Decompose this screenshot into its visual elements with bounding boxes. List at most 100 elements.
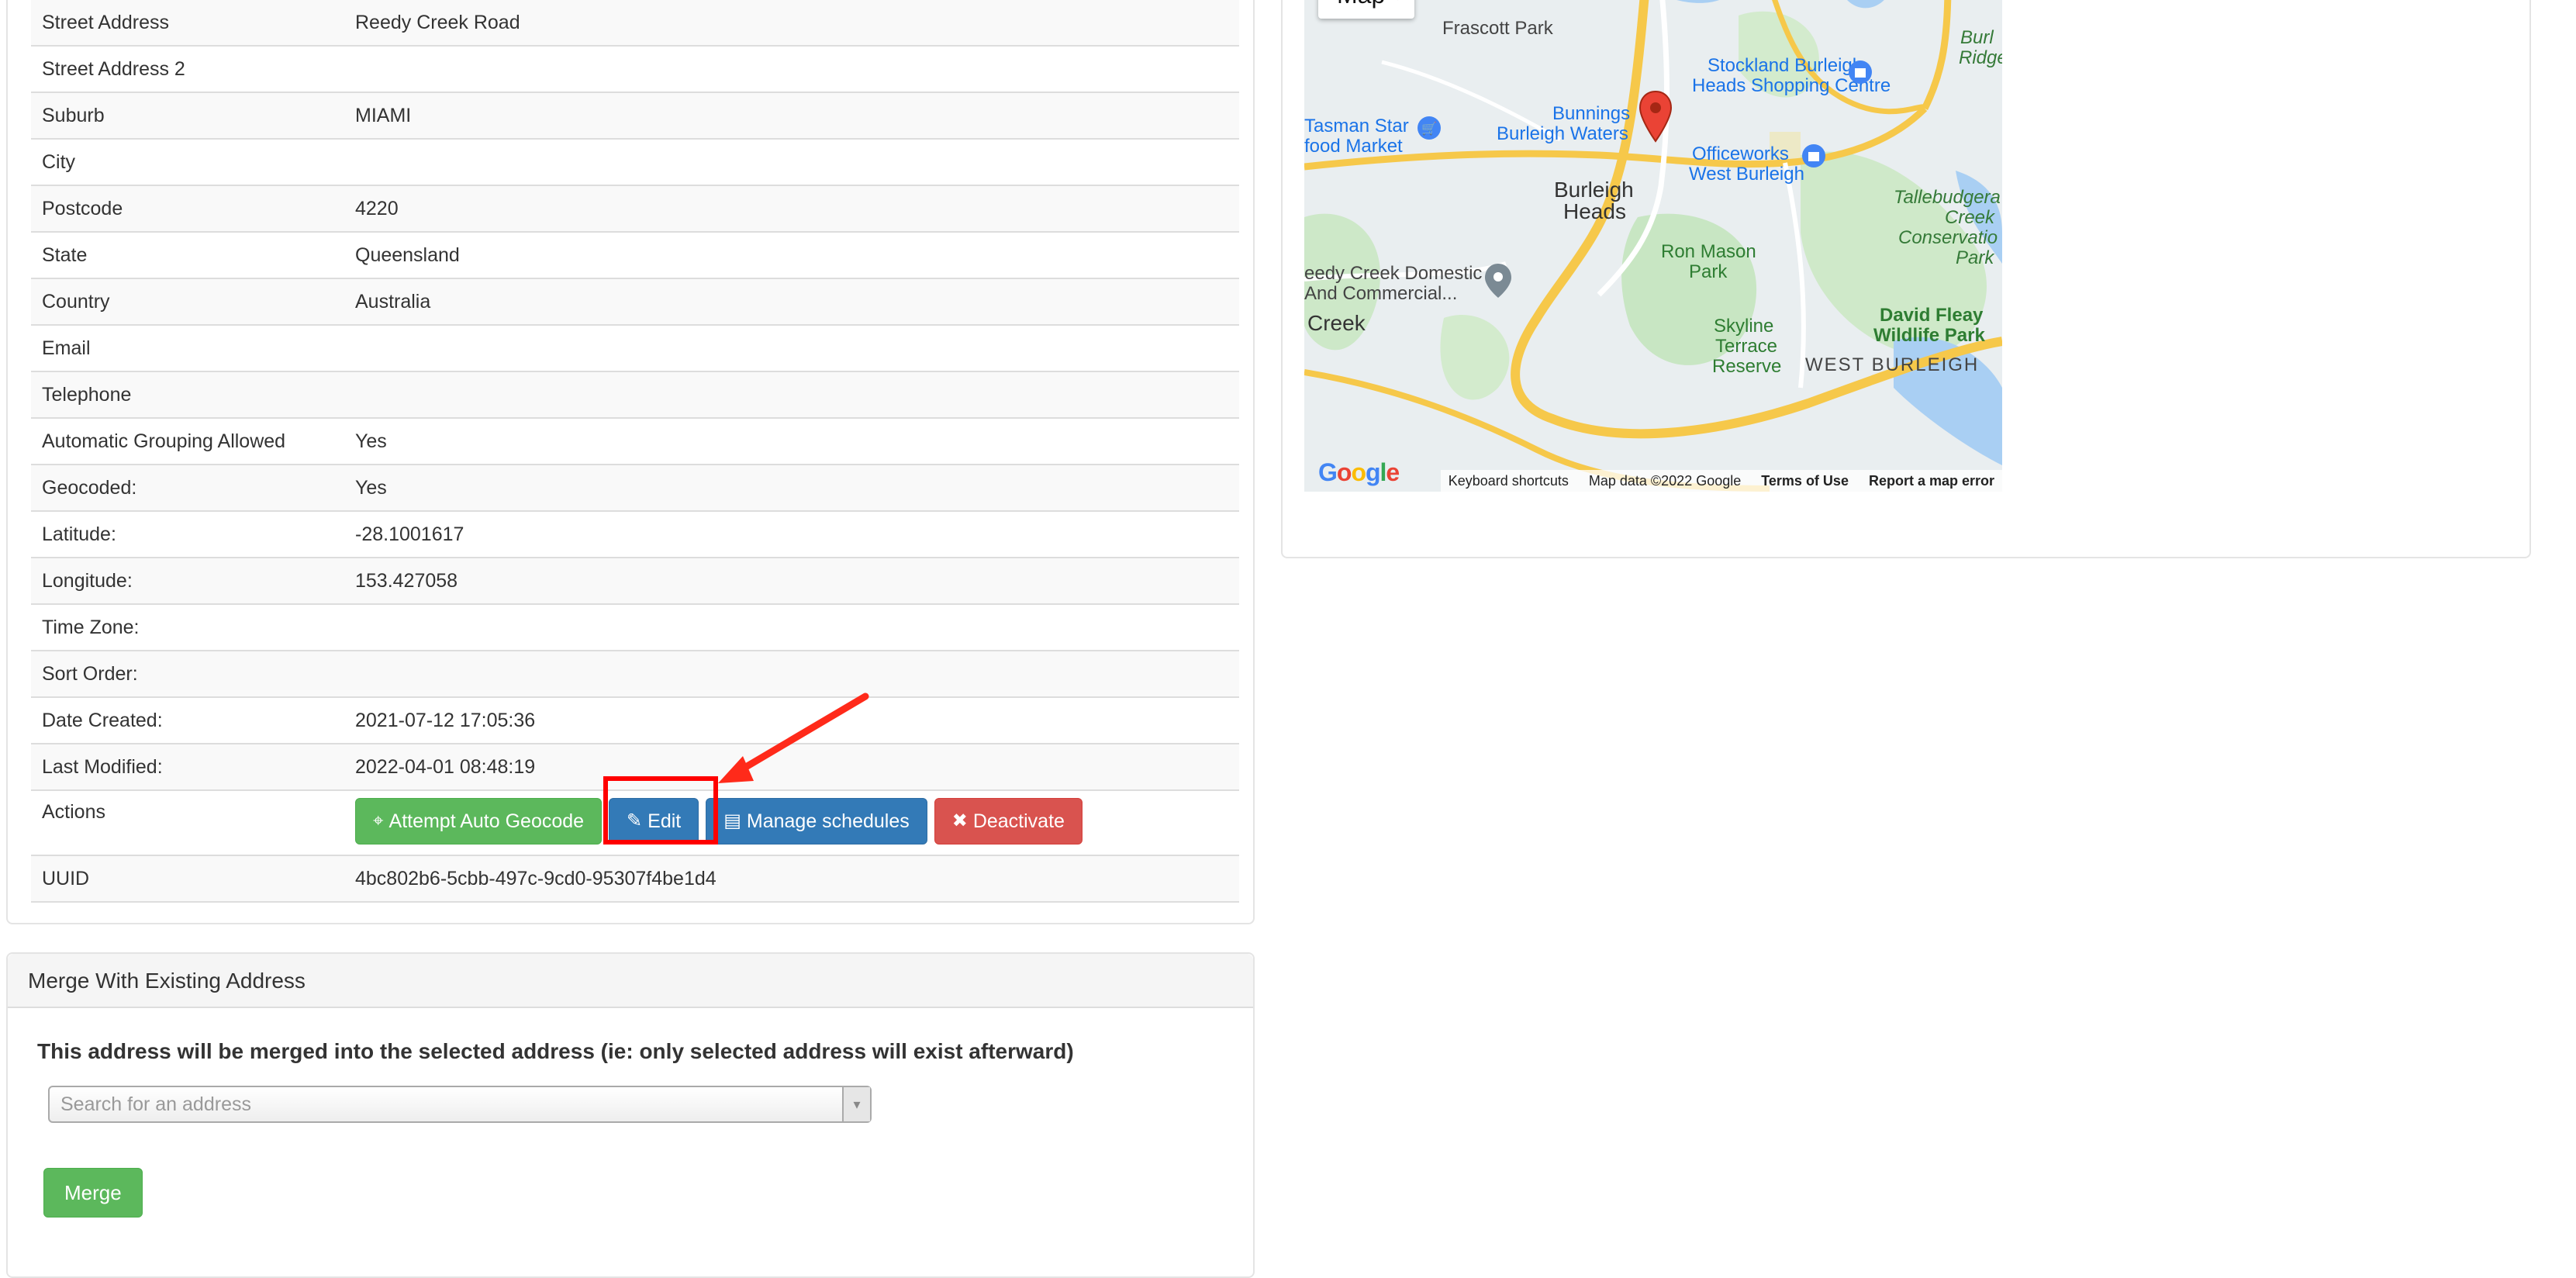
detail-value (344, 325, 1239, 373)
map-label-tallebudgera: Tallebudgera (1894, 187, 2001, 208)
detail-row: Country Australia (31, 278, 1239, 326)
detail-label: Email (31, 325, 344, 373)
merge-panel-heading: Merge With Existing Address (8, 954, 1253, 1008)
detail-value (344, 604, 1239, 652)
map-type-button[interactable]: Map ▼ (1318, 0, 1414, 19)
detail-label: Country (31, 278, 344, 326)
poi-pin-icon[interactable] (1483, 262, 1514, 299)
detail-value: Yes (344, 418, 1239, 466)
detail-label: Date Created: (31, 697, 344, 745)
map-label-ronmason: Ron Mason (1661, 241, 1756, 262)
map-label-skyline-3: Reserve (1712, 356, 1782, 377)
map-label-davidfleay-2: Wildlife Park (1873, 325, 1985, 346)
detail-value: 4220 (344, 185, 1239, 233)
detail-row: Time Zone: (31, 604, 1239, 652)
report-map-error-link[interactable]: Report a map error (1869, 473, 1994, 489)
map-label-skyline-2: Terrace (1715, 336, 1778, 357)
keyboard-shortcuts-link[interactable]: Keyboard shortcuts (1449, 473, 1569, 489)
detail-label: Longitude: (31, 558, 344, 606)
detail-label: Time Zone: (31, 604, 344, 652)
actions-label: Actions (31, 790, 344, 857)
map-label-burl: Burl (1960, 27, 1994, 48)
detail-label: Automatic Grouping Allowed (31, 418, 344, 466)
detail-value: 2022-04-01 08:48:19 (344, 744, 1239, 792)
detail-value: Reedy Creek Road (344, 0, 1239, 47)
detail-row: Street Address 2 (31, 46, 1239, 94)
map-label-officeworks: Officeworks (1692, 143, 1789, 164)
chevron-down-icon[interactable]: ▾ (842, 1087, 870, 1121)
google-logo: Google (1318, 458, 1400, 486)
map-label-burleigh-2: Heads (1563, 199, 1626, 223)
detail-row: State Queensland (31, 232, 1239, 280)
manage-schedules-label: Manage schedules (746, 810, 910, 833)
detail-row: Email (31, 325, 1239, 373)
manage-schedules-button[interactable]: ▤ Manage schedules (706, 798, 927, 845)
map-label-tasman-2: food Market (1304, 136, 1403, 157)
crosshair-icon: ⌖ (373, 810, 384, 832)
detail-value: Queensland (344, 232, 1239, 280)
detail-value: Australia (344, 278, 1239, 326)
merge-button[interactable]: Merge (43, 1168, 143, 1218)
map-label-davidfleay: David Fleay (1880, 305, 1984, 326)
detail-value: 153.427058 (344, 558, 1239, 606)
map-label-burleigh: Burleigh (1554, 178, 1634, 202)
map-label-west-burleigh: WEST BURLEIGH (1805, 354, 1980, 375)
edit-button-label: Edit (647, 810, 682, 833)
map-graphics (1304, 0, 2002, 492)
address-details-table: Street Address Reedy Creek Road Street Add… (31, 0, 1239, 903)
uuid-row: UUID 4bc802b6-5cbb-497c-9cd0-95307f4be1d4 (31, 855, 1239, 903)
detail-label: Sort Order: (31, 651, 344, 699)
shopping-bag-pin-icon[interactable] (1847, 59, 1873, 90)
map-label-skyline: Skyline (1714, 316, 1774, 337)
terms-of-use-link[interactable]: Terms of Use (1761, 473, 1849, 489)
map-label-stockland: Stockland Burleigh (1708, 55, 1863, 76)
close-icon: ✖ (951, 810, 968, 832)
detail-label: Postcode (31, 185, 344, 233)
actions-cell: ⌖ Attempt Auto Geocode ✎ Edit ▤ Manage sche… (344, 790, 1239, 857)
detail-value: Yes (344, 465, 1239, 513)
map-label-tallebudgera-2: Creek (1945, 207, 1995, 228)
merge-description: This address will be merged into the sel… (37, 1039, 1074, 1063)
detail-value (344, 139, 1239, 187)
map-label-ronmason-2: Park (1689, 261, 1728, 282)
detail-label: Street Address (31, 0, 344, 47)
detail-value: MIAMI (344, 92, 1239, 140)
officeworks-pin-icon[interactable] (1801, 143, 1827, 174)
address-search-select[interactable]: Search for an address ▾ (48, 1086, 872, 1123)
detail-row: Postcode 4220 (31, 185, 1239, 233)
detail-label: Last Modified: (31, 744, 344, 792)
detail-value: -28.1001617 (344, 511, 1239, 559)
detail-row: Longitude: 153.427058 (31, 558, 1239, 606)
detail-row: Last Modified: 2022-04-01 08:48:19 (31, 744, 1239, 792)
uuid-label: UUID (31, 855, 344, 903)
detail-label: Latitude: (31, 511, 344, 559)
google-map[interactable]: Map ▼ Frascott Park Stockland Burleigh He… (1304, 0, 2002, 492)
detail-label: Suburb (31, 92, 344, 140)
detail-row: Suburb MIAMI (31, 92, 1239, 140)
deactivate-label: Deactivate (972, 810, 1065, 833)
edit-button[interactable]: ✎ Edit (609, 798, 699, 845)
detail-row: Street Address Reedy Creek Road (31, 0, 1239, 47)
detail-value (344, 46, 1239, 94)
map-type-label: Map (1337, 0, 1385, 9)
detail-label: Street Address 2 (31, 46, 344, 94)
attempt-auto-geocode-button[interactable]: ⌖ Attempt Auto Geocode (355, 798, 603, 845)
shopping-cart-pin-icon[interactable]: 🛒 (1416, 115, 1442, 146)
detail-value (344, 651, 1239, 699)
uuid-value: 4bc802b6-5cbb-497c-9cd0-95307f4be1d4 (344, 855, 1239, 903)
detail-value (344, 371, 1239, 420)
map-label-reedy-2: And Commercial... (1304, 283, 1458, 304)
detail-row: Sort Order: (31, 651, 1239, 699)
map-label-bunnings-2: Burleigh Waters (1497, 123, 1628, 144)
address-search-placeholder: Search for an address (60, 1093, 251, 1115)
detail-row: Telephone (31, 371, 1239, 420)
map-panel: Map ▼ Frascott Park Stockland Burleigh He… (1281, 0, 2531, 558)
svg-text:🛒: 🛒 (1421, 121, 1437, 136)
deactivate-button[interactable]: ✖ Deactivate (934, 798, 1083, 845)
location-pin-icon[interactable] (1638, 90, 1673, 144)
actions-row: Actions ⌖ Attempt Auto Geocode ✎ Edit ▤ Mana… (31, 790, 1239, 857)
map-data-text: Map data ©2022 Google (1588, 472, 1742, 489)
merge-panel: Merge With Existing Address This address… (6, 952, 1255, 1278)
map-label-tallebudgera-4: Park (1956, 247, 1994, 268)
map-label-tasman: Tasman Star (1304, 116, 1409, 136)
